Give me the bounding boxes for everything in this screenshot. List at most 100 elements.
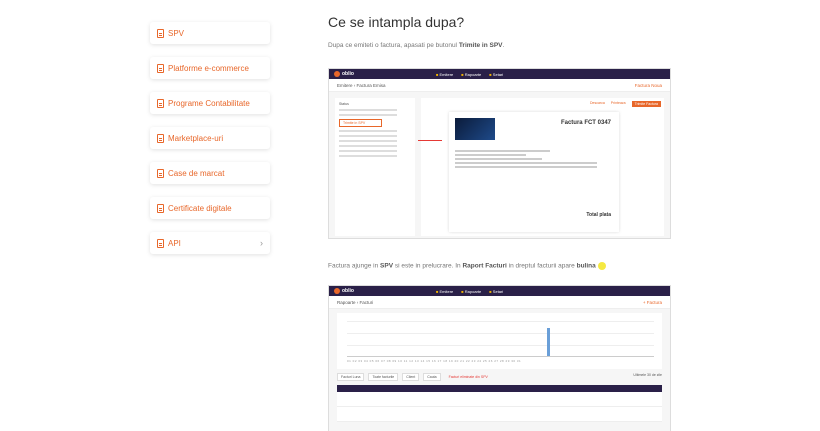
para2-text: in dreptul facturii apare — [506, 262, 577, 270]
para1-bold: Trimite in SPV — [458, 42, 503, 49]
red-arrow — [418, 140, 442, 141]
status-title: Status — [339, 102, 349, 106]
placeholder-line — [455, 154, 527, 156]
table-row — [337, 392, 662, 407]
document-icon — [157, 63, 164, 73]
para2-text: si este in prelucrare. In — [393, 262, 463, 270]
placeholder-line — [455, 150, 550, 152]
para1-text: Dupa ce emiteti o factura, apasati pe bu… — [328, 42, 459, 49]
invoice-body: Status Trimite in SPV Descarca Printeaza… — [329, 92, 670, 238]
screenshot-report: oblio Emitere Rapoarte Setari Rapoarte ›… — [328, 285, 671, 431]
topbar-menu: Emitere Rapoarte Setari — [436, 289, 503, 294]
menu-item: Setari — [489, 289, 503, 294]
document-icon — [157, 98, 164, 108]
invoice-total: Total plata — [586, 212, 611, 218]
download-link: Descarca — [590, 101, 605, 105]
app-logo: oblio — [342, 288, 354, 294]
menu-item: Emitere — [436, 289, 453, 294]
sidebar-item-case-marcat[interactable]: Case de marcat — [150, 162, 270, 184]
placeholder-line — [339, 109, 397, 111]
yellow-dot-icon — [597, 262, 606, 270]
breadcrumb-text: Emitere › Factura Emisa — [337, 82, 386, 88]
breadcrumb: Emitere › Factura Emisa Factura Noua — [329, 79, 670, 92]
gridline — [347, 333, 654, 334]
filter-spv: Facturi eliminate din SPV — [448, 375, 488, 379]
sidebar-item-label: Marketplace-uri — [168, 133, 224, 143]
breadcrumb-text: Rapoarte › Facturi — [337, 299, 374, 305]
placeholder-line — [339, 114, 397, 116]
document-icon — [157, 168, 164, 178]
document-icon — [157, 238, 164, 248]
filter-client: Client — [402, 373, 420, 381]
document-icon — [157, 203, 164, 213]
logo-icon — [334, 71, 340, 77]
para1-suffix: . — [502, 42, 505, 49]
report-chart: 01 02 03 04 05 06 07 08 09 10 11 12 13 1… — [337, 313, 662, 369]
page-title: Ce se intampla dupa? — [328, 14, 465, 30]
sidebar-item-certificate[interactable]: Certificate digitale — [150, 197, 270, 219]
add-invoice-link: + Factura — [642, 299, 662, 305]
chart-bar — [547, 328, 550, 356]
paragraph-2: Factura ajunge in SPV si este in prelucr… — [328, 262, 673, 270]
print-link: Printeaza — [610, 101, 626, 105]
para2-bold: Raport Facturi — [462, 262, 507, 270]
invoice-side-panel: Status Trimite in SPV — [335, 98, 415, 236]
sidebar-item-spv[interactable]: SPV — [150, 22, 270, 44]
new-invoice-link: Factura Noua — [634, 82, 662, 88]
invoice-label: Factura — [560, 120, 583, 126]
filter-type: Toate facturile — [368, 373, 399, 381]
menu-item: Setari — [489, 72, 503, 77]
sidebar: SPV Platforme e-commerce Programe Contab… — [150, 22, 270, 267]
filter-period: Facturi Luna — [337, 373, 365, 381]
invoice-preview-area: Descarca Printeaza Trimite Factura Factu… — [421, 98, 664, 236]
document-icon — [157, 28, 164, 38]
company-logo-image — [455, 118, 495, 140]
placeholder-line — [455, 162, 598, 164]
para2-bold: SPV — [380, 262, 394, 270]
placeholder-line — [339, 140, 397, 142]
report-table — [337, 385, 662, 422]
chart-tick-labels: 01 02 03 04 05 06 07 08 09 10 11 12 13 1… — [347, 359, 522, 363]
table-row — [337, 407, 662, 422]
screenshot-invoice: oblio Emitere Rapoarte Setari Emitere › … — [328, 68, 671, 239]
invoice-number: FCT 0347 — [584, 120, 611, 126]
placeholder-line — [455, 158, 542, 160]
filter-search: Cauta — [423, 373, 441, 381]
placeholder-line — [339, 150, 397, 152]
menu-item: Rapoarte — [461, 289, 481, 294]
trimite-spv-button: Trimite in SPV — [339, 119, 382, 127]
app-logo: oblio — [342, 71, 354, 77]
gridline — [347, 345, 654, 346]
sidebar-item-label: Platforme e-commerce — [168, 63, 249, 73]
placeholder-line — [339, 155, 397, 157]
sidebar-item-platforme[interactable]: Platforme e-commerce — [150, 57, 270, 79]
sidebar-item-label: Certificate digitale — [168, 203, 232, 213]
report-filters: Facturi Luna Toate facturile Client Caut… — [337, 373, 662, 381]
para2-text: Factura ajunge in — [328, 262, 381, 270]
app-topbar: oblio Emitere Rapoarte Setari — [329, 69, 670, 79]
para2-bold: bulina — [576, 262, 596, 270]
gridline — [347, 321, 654, 322]
breadcrumb: Rapoarte › Facturi + Factura — [329, 296, 670, 309]
placeholder-line — [339, 130, 397, 132]
sidebar-item-label: Programe Contabilitate — [168, 98, 250, 108]
placeholder-line — [339, 135, 397, 137]
placeholder-line — [455, 166, 598, 168]
placeholder-line — [339, 145, 397, 147]
sidebar-item-api[interactable]: API › — [150, 232, 270, 254]
document-icon — [157, 133, 164, 143]
sidebar-item-marketplace[interactable]: Marketplace-uri — [150, 127, 270, 149]
send-invoice-button: Trimite Factura — [631, 101, 661, 107]
chart-baseline — [347, 356, 654, 357]
app-topbar: oblio Emitere Rapoarte Setari — [329, 286, 670, 296]
invoice-lines — [455, 150, 613, 168]
table-header — [337, 385, 662, 392]
sidebar-item-label: API — [168, 238, 181, 248]
topbar-menu: Emitere Rapoarte Setari — [436, 72, 503, 77]
logo-icon — [334, 288, 340, 294]
report-total: Ultimele 30 de zile — [633, 373, 662, 377]
invoice-document: Factura FCT 0347 Total plata — [449, 112, 619, 232]
sidebar-item-label: Case de marcat — [168, 168, 225, 178]
chevron-right-icon: › — [260, 238, 263, 248]
sidebar-item-programe[interactable]: Programe Contabilitate — [150, 92, 270, 114]
